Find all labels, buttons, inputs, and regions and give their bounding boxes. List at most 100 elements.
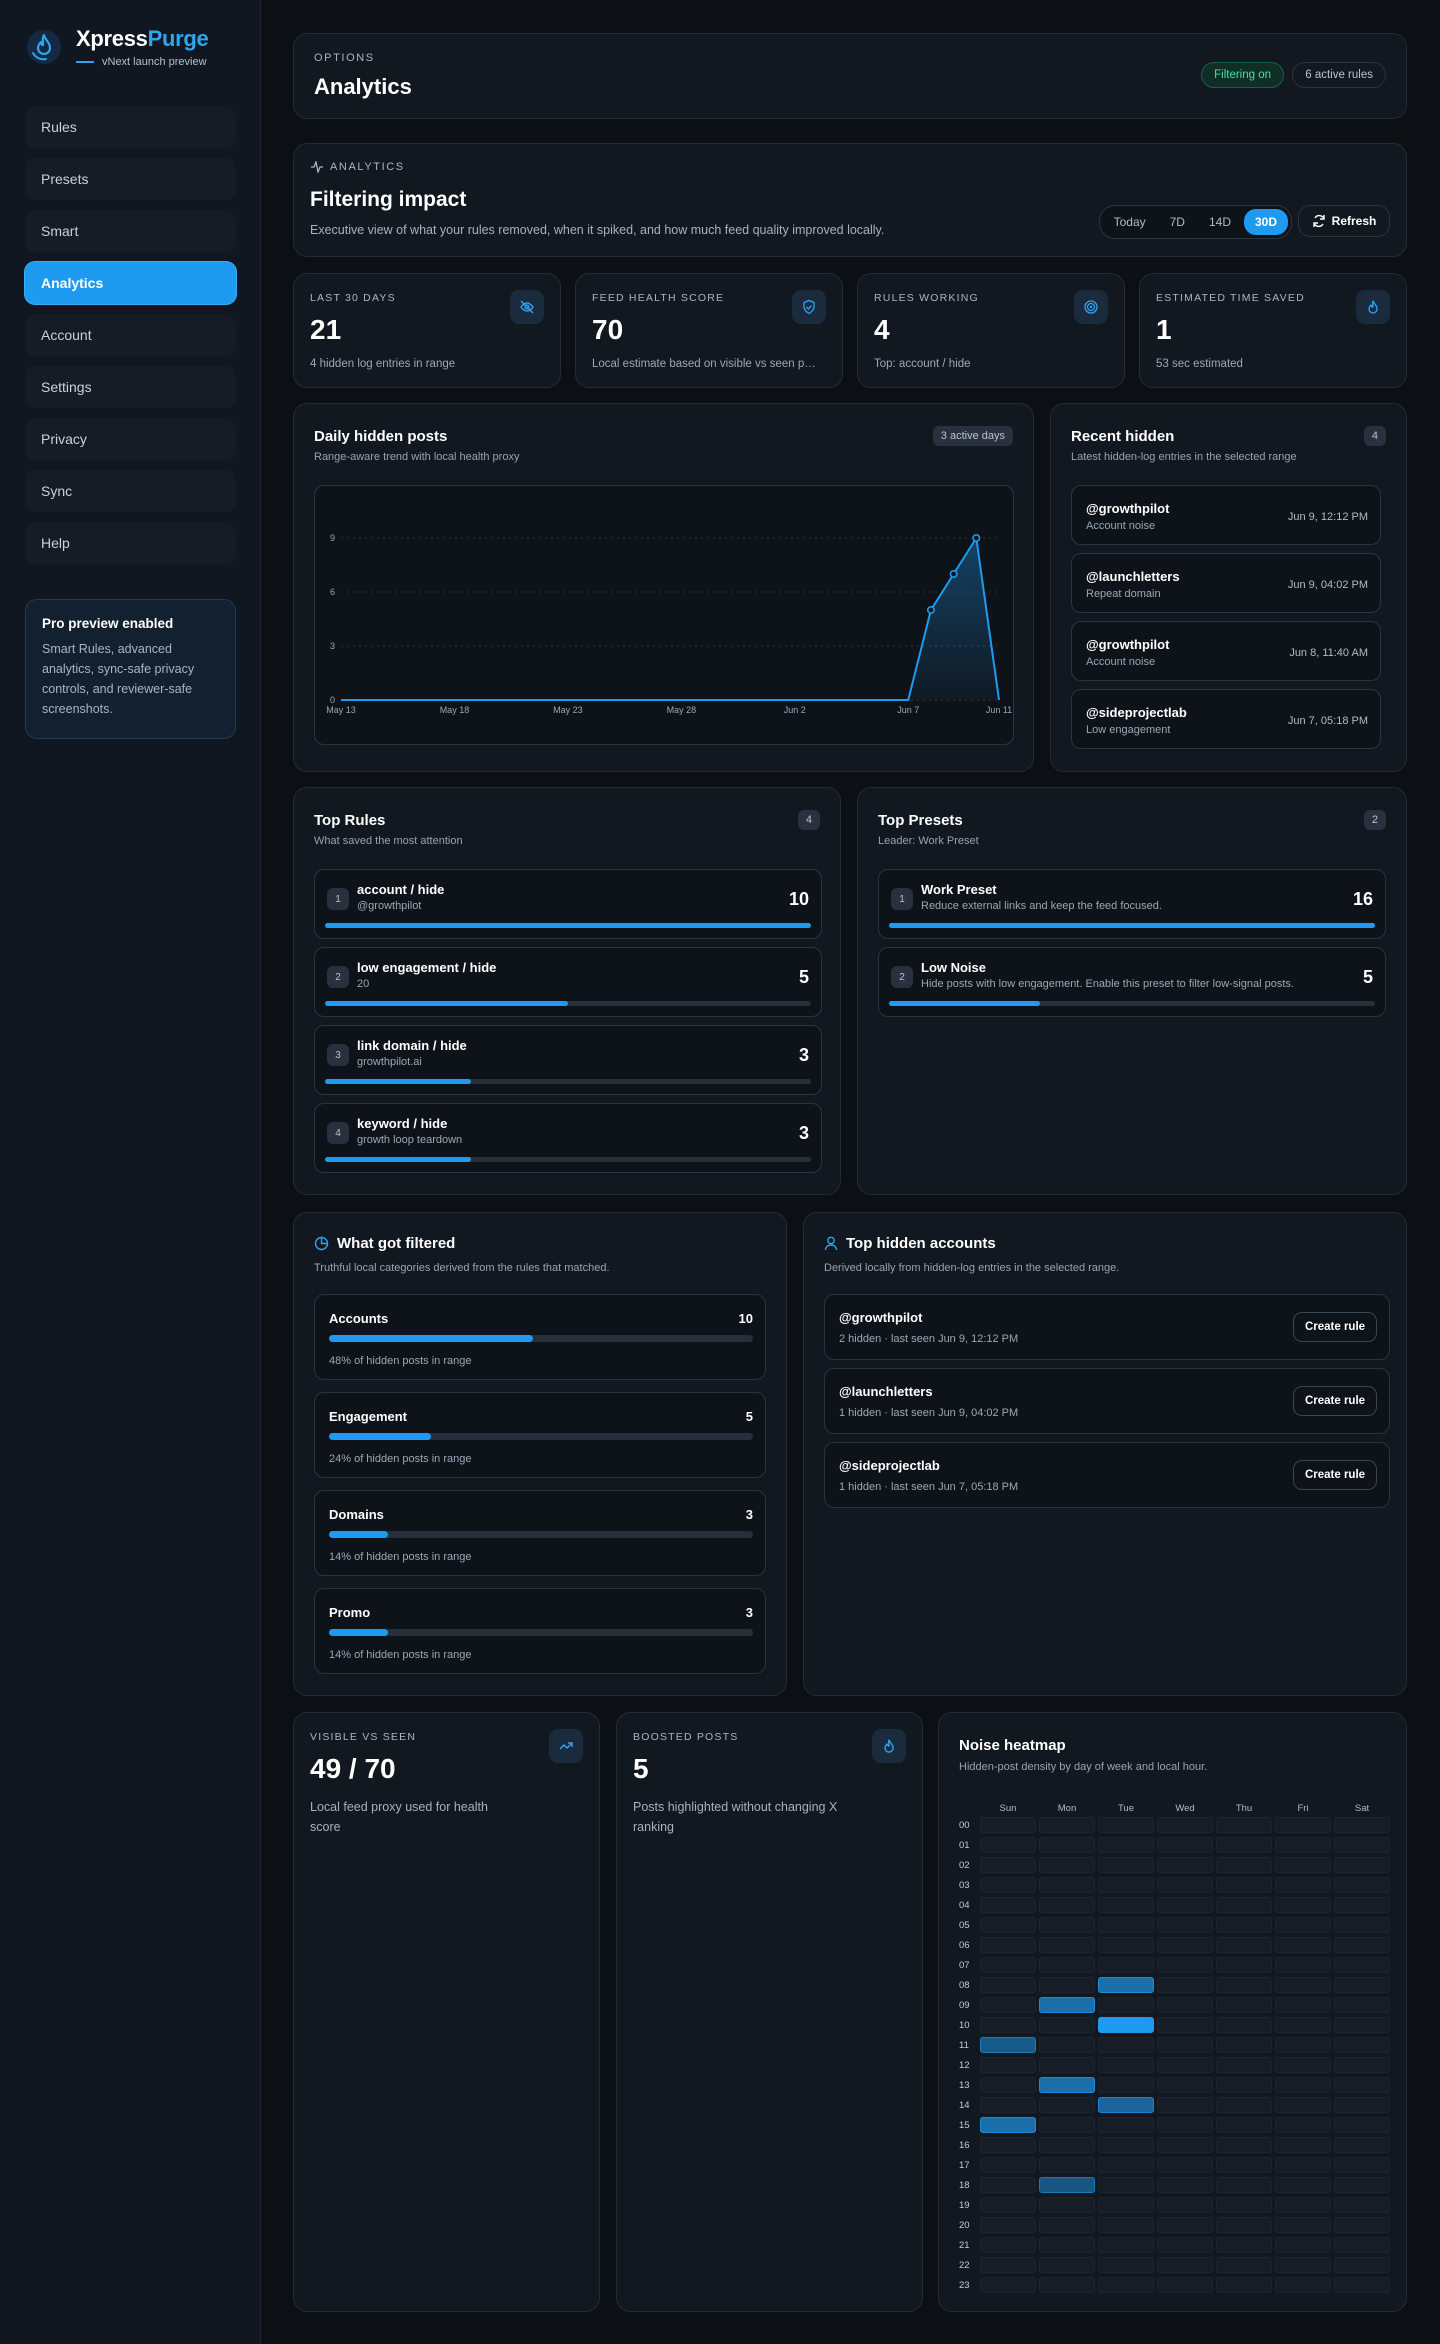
heatmap-cell bbox=[980, 2057, 1036, 2073]
sidebar-item-settings[interactable]: Settings bbox=[25, 366, 236, 408]
heatmap-cell bbox=[1334, 1817, 1390, 1833]
heatmap-hour-label: 19 bbox=[959, 2200, 970, 2211]
heatmap-cell bbox=[1275, 2077, 1331, 2093]
recent-item[interactable]: @sideprojectlab Low engagement Jun 7, 05:1… bbox=[1071, 689, 1381, 749]
heatmap-cell bbox=[980, 1917, 1036, 1933]
rule-row[interactable]: 4 keyword / hide growth loop teardown 3 bbox=[314, 1103, 822, 1173]
range-30d[interactable]: 30D bbox=[1243, 209, 1288, 235]
heatmap-hour-label: 14 bbox=[959, 2100, 970, 2111]
sidebar-item-smart[interactable]: Smart bbox=[25, 210, 236, 252]
heatmap-cell bbox=[1039, 1997, 1095, 2013]
account-handle: @sideprojectlab bbox=[839, 1458, 940, 1473]
top-hidden-accounts-card: Top hidden accounts Derived locally from… bbox=[803, 1212, 1407, 1696]
rank-badge: 2 bbox=[327, 966, 349, 988]
heatmap-cell bbox=[1334, 2177, 1390, 2193]
sidebar-item-help[interactable]: Help bbox=[25, 522, 236, 564]
row-detail: 20 bbox=[357, 978, 370, 990]
range-7d[interactable]: 7D bbox=[1159, 209, 1196, 235]
heatmap-hour-label: 12 bbox=[959, 2060, 970, 2071]
heatmap-cell bbox=[1098, 1937, 1154, 1953]
x-tick-label: May 23 bbox=[553, 705, 583, 715]
y-tick-label: 0 bbox=[330, 695, 335, 705]
rule-row[interactable]: 2 low engagement / hide 20 5 bbox=[314, 947, 822, 1017]
heatmap-cell bbox=[1157, 1957, 1213, 1973]
preset-row[interactable]: 2 Low Noise Hide posts with low engagement… bbox=[878, 947, 1386, 1017]
create-rule-button[interactable]: Create rule bbox=[1293, 1312, 1377, 1342]
heatmap-cell bbox=[1157, 2017, 1213, 2033]
heatmap-cell bbox=[1275, 2037, 1331, 2053]
heatmap-cell bbox=[1334, 2137, 1390, 2153]
heatmap-cell bbox=[1216, 2277, 1272, 2293]
heatmap-cell bbox=[1157, 1837, 1213, 1853]
heatmap-cell bbox=[1334, 1877, 1390, 1893]
heatmap-cell bbox=[1157, 1937, 1213, 1953]
heatmap-cell bbox=[1334, 1917, 1390, 1933]
filter-category: Promo 3 14% of hidden posts in range bbox=[314, 1588, 766, 1674]
x-tick-label: May 18 bbox=[440, 705, 470, 715]
heatmap-cell bbox=[980, 2277, 1036, 2293]
top-rules-title: Top Rules bbox=[314, 812, 386, 829]
refresh-button[interactable]: Refresh bbox=[1298, 205, 1390, 237]
account-detail: 1 hidden · last seen Jun 7, 05:18 PM bbox=[839, 1481, 1019, 1493]
heatmap-hour-label: 00 bbox=[959, 1820, 970, 1831]
create-rule-button[interactable]: Create rule bbox=[1293, 1460, 1377, 1490]
heatmap-cell bbox=[1275, 2177, 1331, 2193]
heatmap-cell bbox=[1275, 1977, 1331, 1993]
sidebar-item-analytics[interactable]: Analytics bbox=[25, 262, 236, 304]
heatmap-cell bbox=[1098, 1857, 1154, 1873]
heatmap-cell bbox=[1098, 2197, 1154, 2213]
heatmap-cell bbox=[980, 1817, 1036, 1833]
daily-hidden-chart: 0 3 6 9 May 13 May 18 May 23 May 28 Jun 2 Jun 7 Ju… bbox=[326, 533, 1012, 715]
heatmap-cell bbox=[1039, 2237, 1095, 2253]
sidebar-item-rules[interactable]: Rules bbox=[25, 106, 236, 148]
heatmap-cell bbox=[1098, 1877, 1154, 1893]
heatmap-hour-label: 22 bbox=[959, 2260, 970, 2271]
heatmap-cell bbox=[1039, 1897, 1095, 1913]
category-bar-fill bbox=[329, 1531, 389, 1538]
heatmap-cell bbox=[980, 2097, 1036, 2113]
heatmap-cell bbox=[1039, 2057, 1095, 2073]
recent-item[interactable]: @growthpilot Account noise Jun 8, 11:40 AM bbox=[1071, 621, 1381, 681]
rule-row[interactable]: 3 link domain / hide growthpilot.ai 3 bbox=[314, 1025, 822, 1095]
heatmap-cell bbox=[1098, 2157, 1154, 2173]
heatmap-cell bbox=[1098, 2137, 1154, 2153]
create-rule-button[interactable]: Create rule bbox=[1293, 1386, 1377, 1416]
row-progress-bar bbox=[325, 1079, 811, 1084]
rule-row[interactable]: 1 account / hide @growthpilot 10 bbox=[314, 869, 822, 939]
heatmap-cell bbox=[1216, 1977, 1272, 1993]
sidebar-item-account[interactable]: Account bbox=[25, 314, 236, 356]
heatmap-cell bbox=[1216, 2117, 1272, 2133]
row-name: keyword / hide bbox=[357, 1116, 448, 1131]
heatmap-cell bbox=[1334, 1957, 1390, 1973]
range-14d[interactable]: 14D bbox=[1198, 209, 1242, 235]
heatmap-cell bbox=[1157, 2157, 1213, 2173]
row-name: low engagement / hide bbox=[357, 960, 497, 975]
row-progress-fill bbox=[325, 923, 811, 928]
recent-time: Jun 9, 12:12 PM bbox=[1287, 511, 1368, 523]
heatmap-cell bbox=[1039, 1937, 1095, 1953]
heatmap-cell bbox=[1039, 1877, 1095, 1893]
heatmap-cell bbox=[980, 2117, 1036, 2133]
recent-time: Jun 8, 11:40 AM bbox=[1289, 647, 1368, 659]
sidebar-item-privacy[interactable]: Privacy bbox=[25, 418, 236, 460]
what-got-filtered-card: What got filtered Truthful local categor… bbox=[293, 1212, 787, 1696]
heatmap-cell bbox=[1334, 2237, 1390, 2253]
recent-item[interactable]: @launchletters Repeat domain Jun 9, 04:02 … bbox=[1071, 553, 1381, 613]
heatmap-cell bbox=[1334, 2117, 1390, 2133]
account-row: @launchletters 1 hidden · last seen Jun 9… bbox=[824, 1368, 1390, 1434]
boosted-posts-card: Boosted posts 5 Posts highlighted withou… bbox=[616, 1712, 923, 2312]
heatmap-cell bbox=[1039, 2117, 1095, 2133]
recent-reason: Low engagement bbox=[1086, 724, 1171, 736]
brand[interactable]: XpressPurge vNext launch preview bbox=[24, 26, 209, 68]
sidebar-item-presets[interactable]: Presets bbox=[25, 158, 236, 200]
heatmap-cell bbox=[1039, 2277, 1095, 2293]
preset-row[interactable]: 1 Work Preset Reduce external links and ke… bbox=[878, 869, 1386, 939]
heatmap-day-label: Fri bbox=[1297, 1803, 1309, 1814]
heatmap-hour-label: 07 bbox=[959, 1960, 970, 1971]
sidebar-item-sync[interactable]: Sync bbox=[25, 470, 236, 512]
range-today[interactable]: Today bbox=[1103, 209, 1157, 235]
stat-label: Last 30 days bbox=[310, 292, 396, 304]
timer-icon bbox=[1356, 290, 1390, 324]
recent-item[interactable]: @growthpilot Account noise Jun 9, 12:12 PM bbox=[1071, 485, 1381, 545]
category-bar bbox=[329, 1629, 753, 1636]
